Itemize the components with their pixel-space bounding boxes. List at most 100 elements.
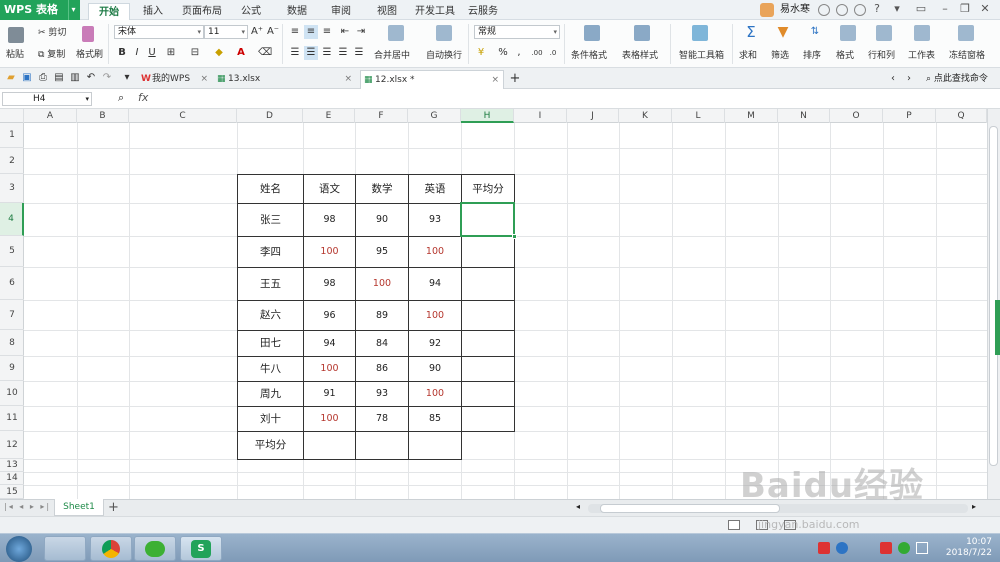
sum-icon[interactable]: Σ [744,25,758,40]
sort-icon[interactable]: ⇅ [808,25,822,39]
table-cell-score-highlight[interactable]: 100 [304,237,355,267]
tab-review[interactable]: 审阅 [326,3,356,20]
row-header-9[interactable]: 9 [0,356,24,381]
table-cell-score[interactable]: 85 [409,407,461,431]
freeze-panes-icon[interactable] [958,25,974,41]
fill-handle[interactable] [512,234,517,239]
taskbar-wechat-icon[interactable] [134,536,176,561]
new-tab-icon[interactable]: + [508,72,522,86]
col-header-q[interactable]: Q [936,109,987,123]
table-cell-score-highlight[interactable]: 100 [409,301,461,330]
footer-cell-average[interactable]: 平均分 [238,432,303,459]
tab-cloud[interactable]: 云服务 [466,3,500,20]
table-cell-score[interactable]: 98 [304,268,355,300]
tab-formula[interactable]: 公式 [236,3,266,20]
formula-input[interactable] [160,91,996,107]
row-header-3[interactable]: 3 [0,174,24,203]
close-icon[interactable]: × [491,71,499,89]
share-icon[interactable] [854,4,866,16]
worksheet-icon[interactable] [914,25,930,41]
freeze-panes-button[interactable]: 冻结窗格 [949,48,985,61]
row-col-button[interactable]: 行和列 [868,48,895,61]
zoom-lens-icon[interactable]: ⌕ [118,91,124,105]
chevron-down-icon[interactable]: ▾ [68,0,78,20]
col-header-l[interactable]: L [672,109,725,123]
merge-center-button[interactable]: 合并居中 [374,48,410,61]
fill-color-icon[interactable]: ◆ [212,46,226,60]
tray-help-icon[interactable] [836,542,848,554]
tab-start[interactable]: 开始 [88,3,130,20]
row-header-6[interactable]: 6 [0,267,24,300]
table-cell-score[interactable]: 90 [409,357,461,381]
help-icon[interactable]: ? [870,2,884,16]
header-cell-chinese[interactable]: 语文 [304,175,355,203]
wrap-text-icon[interactable] [436,25,452,41]
col-header-h[interactable]: H [461,109,514,123]
table-cell-name[interactable]: 刘十 [238,407,303,431]
sum-button[interactable]: 求和 [739,48,757,61]
chevron-down-icon[interactable]: ▾ [120,71,134,85]
table-cell-score[interactable]: 96 [304,301,355,330]
smart-toolbox-icon[interactable] [692,25,708,41]
table-cell-score[interactable]: 93 [409,204,461,236]
col-header-j[interactable]: J [567,109,619,123]
restore-layout-icon[interactable]: ▭ [914,2,928,16]
close-icon[interactable]: × [200,70,208,88]
worksheet-button[interactable]: 工作表 [908,48,935,61]
table-style-button[interactable]: 表格样式 [622,48,658,61]
table-cell-score[interactable]: 92 [409,331,461,356]
settings-icon[interactable] [836,4,848,16]
tray-security-icon[interactable] [898,542,910,554]
taskbar-wps-spreadsheet-icon[interactable]: S [180,536,222,561]
scroll-left-icon[interactable]: ◂ [576,502,580,511]
select-all-corner[interactable] [0,109,24,123]
redo-icon[interactable]: ↷ [100,71,114,85]
cut-button[interactable]: ✂ 剪切 [38,25,66,38]
table-cell-score[interactable]: 78 [356,407,408,431]
thousands-icon[interactable]: , [512,46,526,60]
distribute-icon[interactable]: ☰ [352,46,366,60]
decrease-font-icon[interactable]: A⁻ [266,25,280,39]
table-style-icon[interactable] [634,25,650,41]
table-cell-score-highlight[interactable]: 100 [409,237,461,267]
row-header-4[interactable]: 4 [0,203,24,236]
tab-my-wps[interactable]: W 我的WPS × [138,70,212,89]
indent-decrease-icon[interactable]: ⇤ [338,25,352,39]
active-cell-h4[interactable] [460,202,517,239]
name-box[interactable]: H4 ▾ [2,92,92,106]
paste-icon[interactable] [8,27,24,43]
clear-format-icon[interactable]: ⌫ [258,46,272,60]
col-header-k[interactable]: K [619,109,672,123]
close-icon[interactable]: ✕ [978,2,992,16]
col-header-m[interactable]: M [725,109,778,123]
col-header-e[interactable]: E [303,109,355,123]
filter-icon[interactable]: ▼ [776,25,790,39]
col-header-d[interactable]: D [237,109,303,123]
format-button[interactable]: 格式 [836,48,854,61]
merge-icon[interactable]: ⊟ [188,46,202,60]
table-cell-name[interactable]: 周九 [238,382,303,406]
row-header-14[interactable]: 14 [0,472,24,485]
row-col-icon[interactable] [876,25,892,41]
col-header-g[interactable]: G [408,109,461,123]
font-name-select[interactable]: 宋体 ▾ [114,25,204,39]
sort-button[interactable]: 排序 [803,48,821,61]
table-cell-score[interactable]: 89 [356,301,408,330]
tab-page-layout[interactable]: 页面布局 [178,3,226,20]
header-cell-math[interactable]: 数学 [356,175,408,203]
align-left-icon[interactable]: ☰ [288,46,302,60]
sheet-nav-arrows-icon[interactable]: |◂ ◂ ▸ ▸| [4,502,51,511]
conditional-format-icon[interactable] [584,25,600,41]
row-header-7[interactable]: 7 [0,300,24,330]
row-header-11[interactable]: 11 [0,406,24,431]
table-cell-score[interactable]: 91 [304,382,355,406]
format-icon[interactable] [840,25,856,41]
wrap-text-button[interactable]: 自动换行 [426,48,462,61]
font-color-icon[interactable]: A [234,46,248,60]
indent-increase-icon[interactable]: ⇥ [354,25,368,39]
table-cell-name[interactable]: 赵六 [238,301,303,330]
sheet-tab-sheet1[interactable]: Sheet1 [54,499,104,516]
format-painter-button[interactable]: 格式刷 [76,47,103,60]
scroll-right-icon[interactable]: ▸ [972,502,976,511]
align-middle-icon[interactable]: ≡ [304,25,318,39]
